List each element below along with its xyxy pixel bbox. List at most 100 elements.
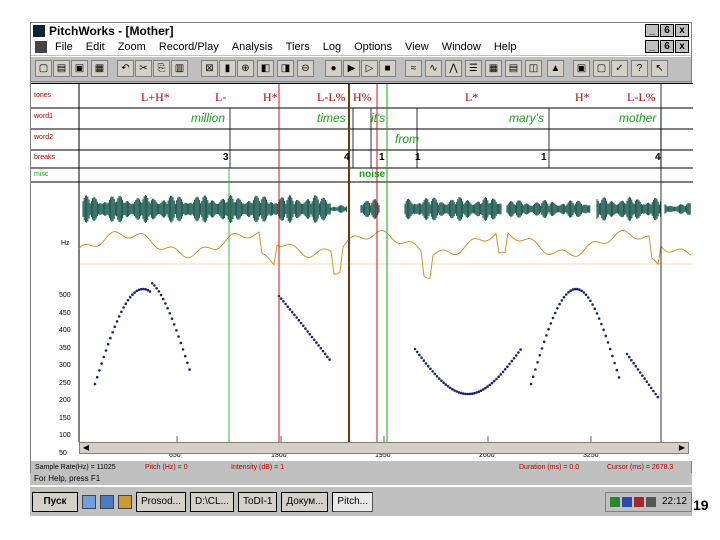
menu-zoom[interactable]: Zoom bbox=[118, 41, 146, 53]
zoom-in-icon[interactable]: ⊕ bbox=[237, 60, 254, 77]
doc-close-button[interactable]: x bbox=[675, 40, 689, 53]
word-label[interactable]: mother bbox=[619, 111, 656, 125]
close-button[interactable]: x bbox=[675, 24, 689, 37]
pitch-view-icon[interactable]: ∿ bbox=[425, 60, 442, 77]
save-icon[interactable]: ▣ bbox=[71, 60, 88, 77]
horizontal-scrollbar[interactable]: ◀ ▶ bbox=[79, 442, 689, 454]
browser-icon[interactable] bbox=[100, 494, 114, 509]
break-index[interactable]: 4 bbox=[655, 152, 661, 163]
check-icon[interactable]: ✓ bbox=[611, 60, 628, 77]
desktop-icon[interactable] bbox=[82, 494, 96, 509]
tone-label[interactable]: H* bbox=[263, 90, 278, 105]
tier-label-misc: misc bbox=[34, 171, 49, 178]
taskbar-item-dcl[interactable]: D:\CL... bbox=[190, 491, 234, 512]
record-icon[interactable]: ● bbox=[325, 60, 342, 77]
menu-log[interactable]: Log bbox=[323, 41, 341, 53]
notes-icon[interactable]: ▢ bbox=[593, 60, 610, 77]
tone-label[interactable]: L+H* bbox=[141, 90, 170, 105]
break-index[interactable]: 1 bbox=[541, 152, 547, 163]
document-icon[interactable] bbox=[35, 41, 47, 53]
security-icon[interactable] bbox=[633, 496, 644, 507]
scroll-right-icon[interactable]: ▶ bbox=[676, 443, 688, 453]
tone-label[interactable]: H* bbox=[575, 90, 590, 105]
table-view-icon[interactable]: ▤ bbox=[505, 60, 522, 77]
cut-icon[interactable]: ✂ bbox=[135, 60, 152, 77]
taskbar-item-prosod[interactable]: Prosod... bbox=[136, 491, 187, 512]
misc-label[interactable]: noise bbox=[359, 169, 385, 180]
analysis-canvas bbox=[31, 84, 693, 442]
waveform-view-icon[interactable]: ≈ bbox=[405, 60, 422, 77]
break-index[interactable]: 4 bbox=[344, 152, 350, 163]
scroll-left-icon[interactable]: ◀ bbox=[80, 443, 92, 453]
network-icon[interactable] bbox=[609, 496, 620, 507]
stop-icon[interactable]: ■ bbox=[379, 60, 396, 77]
grid-view-icon[interactable]: ▦ bbox=[485, 60, 502, 77]
word2-label[interactable]: from bbox=[395, 132, 419, 146]
word-label[interactable]: it's bbox=[371, 111, 385, 125]
copy-icon[interactable]: ⎘ bbox=[153, 60, 170, 77]
maximize-button[interactable]: 6 bbox=[660, 24, 674, 37]
pitch-tick-label: 150 bbox=[59, 415, 71, 422]
spectrum-icon[interactable]: ▮ bbox=[219, 60, 236, 77]
doc-maximize-button[interactable]: 6 bbox=[660, 40, 674, 53]
new-file-icon[interactable]: ▢ bbox=[35, 60, 52, 77]
menu-view[interactable]: View bbox=[405, 41, 429, 53]
menu-record-play[interactable]: Record/Play bbox=[159, 41, 219, 53]
doc-minimize-button[interactable]: _ bbox=[645, 40, 659, 53]
paste-icon[interactable]: ▥ bbox=[171, 60, 188, 77]
folder-icon[interactable] bbox=[118, 494, 132, 509]
analysis-panel[interactable]: tones word1 word2 breaks misc L+H* L- H*… bbox=[31, 83, 693, 461]
page-number: 19 bbox=[693, 497, 709, 513]
title-bar: PitchWorks - [Mother] _ 6 x bbox=[31, 23, 691, 39]
play-icon[interactable]: ▶ bbox=[343, 60, 360, 77]
toolbar: ▢ ▤ ▣ ▦ ↶ ✂ ⎘ ▥ ⊠ ▮ ⊕ ◧ ◨ ⊖ ● ▶ ▷ ■ ≈ ∿ … bbox=[31, 56, 691, 82]
start-button[interactable]: Пуск bbox=[32, 491, 78, 512]
taskbar-item-document[interactable]: Докум... bbox=[281, 491, 329, 512]
play-selection-icon[interactable]: ▷ bbox=[361, 60, 378, 77]
zoom-left-icon[interactable]: ◧ bbox=[257, 60, 274, 77]
menu-tiers[interactable]: Tiers bbox=[286, 41, 310, 53]
menu-edit[interactable]: Edit bbox=[86, 41, 105, 53]
about-icon[interactable]: ? bbox=[631, 60, 648, 77]
menu-analysis[interactable]: Analysis bbox=[232, 41, 273, 53]
intensity-view-icon[interactable]: ⋀ bbox=[445, 60, 462, 77]
language-icon[interactable] bbox=[645, 496, 656, 507]
marker-icon[interactable]: ▲ bbox=[547, 60, 564, 77]
taskbar-item-todi[interactable]: ToDI-1 bbox=[237, 491, 278, 512]
tone-label[interactable]: H% bbox=[353, 90, 372, 105]
minimize-button[interactable]: _ bbox=[645, 24, 659, 37]
app-icon bbox=[33, 25, 45, 37]
select-icon[interactable]: ⊠ bbox=[201, 60, 218, 77]
report-icon[interactable]: ▣ bbox=[573, 60, 590, 77]
context-help-icon[interactable]: ↖ bbox=[651, 60, 668, 77]
tone-label[interactable]: L- bbox=[215, 90, 226, 105]
word-label[interactable]: million bbox=[191, 111, 225, 125]
menu-options[interactable]: Options bbox=[354, 41, 392, 53]
word-label[interactable]: times bbox=[317, 111, 346, 125]
menu-help[interactable]: Help bbox=[494, 41, 517, 53]
undo-icon[interactable]: ↶ bbox=[117, 60, 134, 77]
tone-label[interactable]: L-L% bbox=[627, 90, 656, 105]
zoom-right-icon[interactable]: ◨ bbox=[277, 60, 294, 77]
split-view-icon[interactable]: ◫ bbox=[525, 60, 542, 77]
open-file-icon[interactable]: ▤ bbox=[53, 60, 70, 77]
pitch-tick-label: 100 bbox=[59, 432, 71, 439]
menu-file[interactable]: File bbox=[55, 41, 73, 53]
status-duration: Duration (ms) = 0.0 bbox=[519, 464, 580, 471]
tier-view-icon[interactable]: ☰ bbox=[465, 60, 482, 77]
break-index[interactable]: 3 bbox=[223, 152, 229, 163]
zoom-out-icon[interactable]: ⊖ bbox=[297, 60, 314, 77]
taskbar-item-pitch[interactable]: Pitch... bbox=[332, 491, 373, 512]
tone-label[interactable]: L* bbox=[465, 90, 478, 105]
window-controls: _ 6 x bbox=[645, 24, 689, 37]
print-icon[interactable]: ▦ bbox=[91, 60, 108, 77]
break-index[interactable]: 1 bbox=[379, 152, 385, 163]
menu-bar: File Edit Zoom Record/Play Analysis Tier… bbox=[31, 39, 691, 55]
menu-window[interactable]: Window bbox=[442, 41, 481, 53]
break-index[interactable]: 1 bbox=[415, 152, 421, 163]
word-label[interactable]: mary's bbox=[509, 111, 544, 125]
pitch-track bbox=[93, 282, 660, 399]
status-sample-rate: Sample Rate(Hz) = 11025 bbox=[35, 464, 116, 471]
tone-label[interactable]: L-L% bbox=[317, 90, 346, 105]
volume-icon[interactable] bbox=[621, 496, 632, 507]
